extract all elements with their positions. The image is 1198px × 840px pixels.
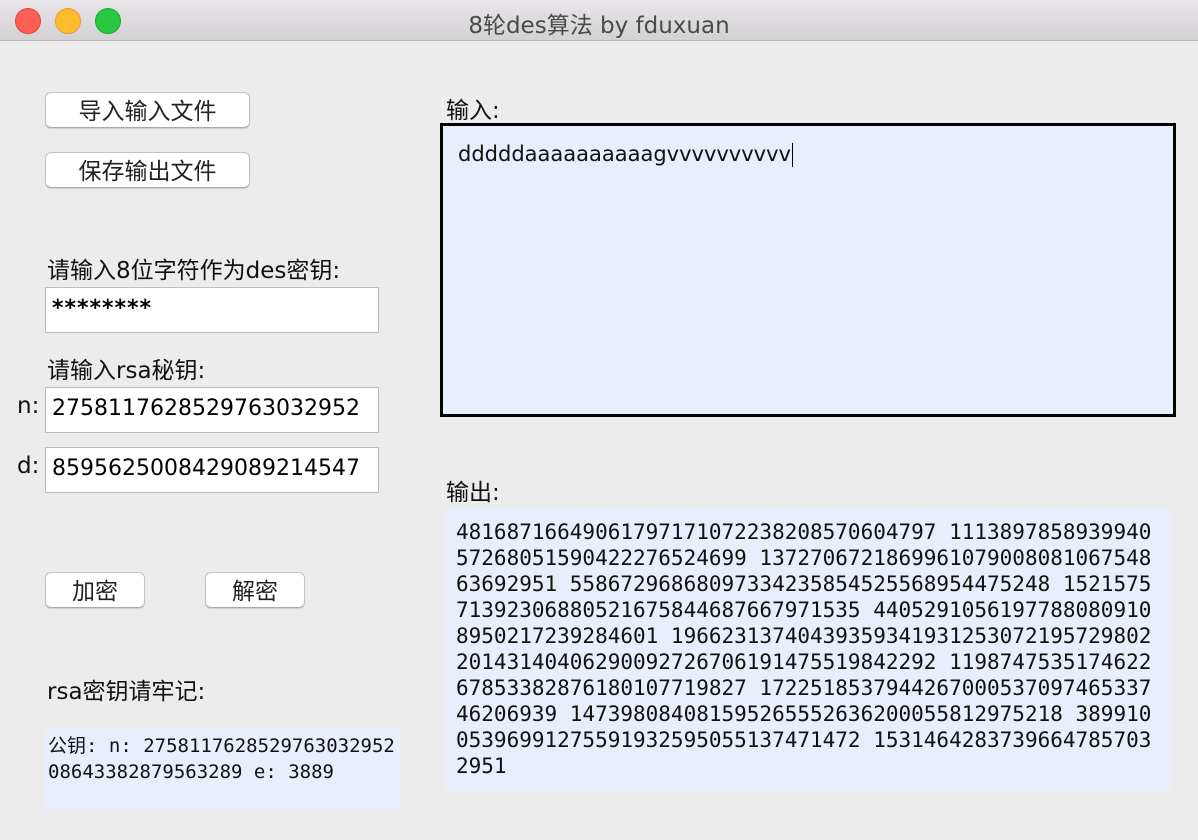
des-key-label: 请输入8位字符作为des密钥: (47, 258, 341, 284)
import-input-file-button[interactable]: 导入输入文件 (45, 92, 250, 128)
rsa-d-input[interactable]: 8595625008429089214547 (45, 447, 379, 493)
rsa-d-label: d: (17, 453, 40, 479)
encrypt-button[interactable]: 加密 (45, 572, 145, 608)
rsa-remember-label: rsa密钥请牢记: (47, 679, 206, 705)
rsa-key-label: 请输入rsa秘钥: (47, 358, 206, 384)
input-text: dddddaaaaaaaaaagvvvvvvvvvv (458, 142, 791, 166)
output-label: 输出: (446, 480, 500, 506)
rsa-n-label: n: (17, 393, 40, 419)
des-key-input[interactable]: ******** (45, 287, 379, 333)
decrypt-button[interactable]: 解密 (205, 572, 305, 608)
window-title: 8轮des算法 by fduxuan (468, 13, 730, 39)
text-caret (791, 143, 793, 167)
output-textarea[interactable]: 4816871664906179717107223820857060479​7 … (446, 508, 1170, 792)
save-output-file-button[interactable]: 保存输出文件 (45, 152, 250, 188)
public-key-display: 公钥: n: 275811762852976303295208643382879… (45, 728, 400, 810)
title-bar: 8轮des算法 by fduxuan (0, 0, 1198, 41)
input-label: 输入: (446, 98, 500, 124)
main-content: 导入输入文件 保存输出文件 请输入8位字符作为des密钥: ******** 请… (0, 41, 1198, 840)
input-textarea[interactable]: dddddaaaaaaaaaagvvvvvvvvvv (440, 123, 1176, 417)
rsa-n-input[interactable]: 2758117628529763032952 (45, 387, 379, 433)
